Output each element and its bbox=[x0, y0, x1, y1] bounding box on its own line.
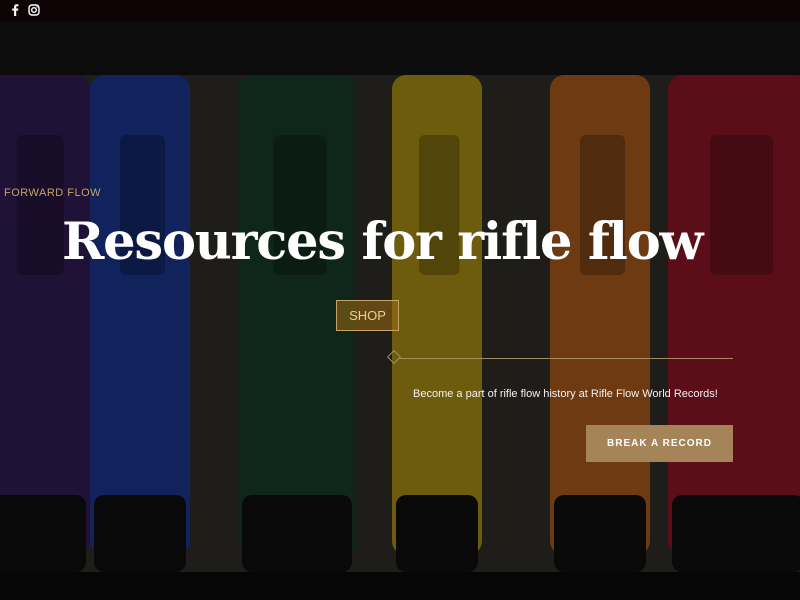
instagram-icon[interactable] bbox=[27, 3, 41, 17]
hero-tagline: Become a part of rifle flow history at R… bbox=[413, 388, 718, 400]
site-header bbox=[0, 21, 800, 75]
shop-button[interactable]: SHOP bbox=[336, 300, 399, 331]
hero-section bbox=[0, 75, 800, 572]
divider-line bbox=[398, 358, 733, 359]
facebook-icon[interactable] bbox=[8, 3, 22, 17]
break-a-record-button[interactable]: BREAK A RECORD bbox=[586, 425, 733, 462]
bottom-bar bbox=[0, 572, 800, 600]
top-bar bbox=[0, 0, 800, 21]
hero-headline: Resources for rifle flow bbox=[62, 212, 703, 272]
hero-overlay bbox=[0, 75, 800, 572]
hero-eyebrow: FORWARD FLOW bbox=[4, 187, 102, 199]
